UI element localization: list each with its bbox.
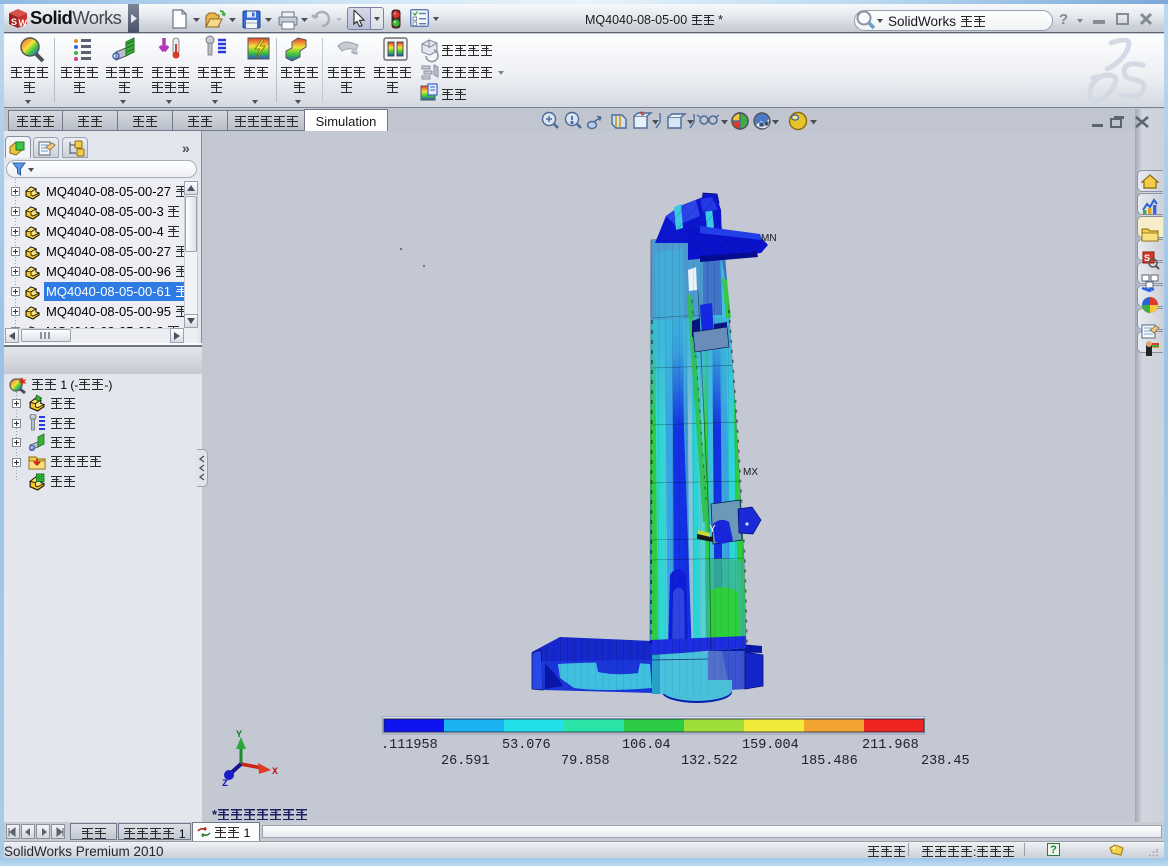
svg-text:26.591: 26.591 bbox=[441, 754, 490, 769]
svg-text:159.004: 159.004 bbox=[742, 738, 799, 753]
svg-text:185.486: 185.486 bbox=[801, 754, 858, 769]
svg-text:79.858: 79.858 bbox=[561, 754, 610, 769]
svg-text:106.04: 106.04 bbox=[622, 738, 671, 753]
svg-text:MN: MN bbox=[761, 233, 777, 244]
svg-text:MX: MX bbox=[743, 467, 758, 478]
svg-text:Y: Y bbox=[709, 524, 716, 535]
svg-text:Y: Y bbox=[236, 730, 242, 741]
svg-text:53.076: 53.076 bbox=[502, 738, 551, 753]
svg-text:X: X bbox=[272, 767, 278, 778]
svg-text:132.522: 132.522 bbox=[681, 754, 738, 769]
svg-text:211.968: 211.968 bbox=[862, 738, 919, 753]
svg-text:.111958: .111958 bbox=[381, 738, 438, 753]
svg-text:Z: Z bbox=[222, 779, 228, 790]
svg-text:238.45: 238.45 bbox=[921, 754, 970, 769]
